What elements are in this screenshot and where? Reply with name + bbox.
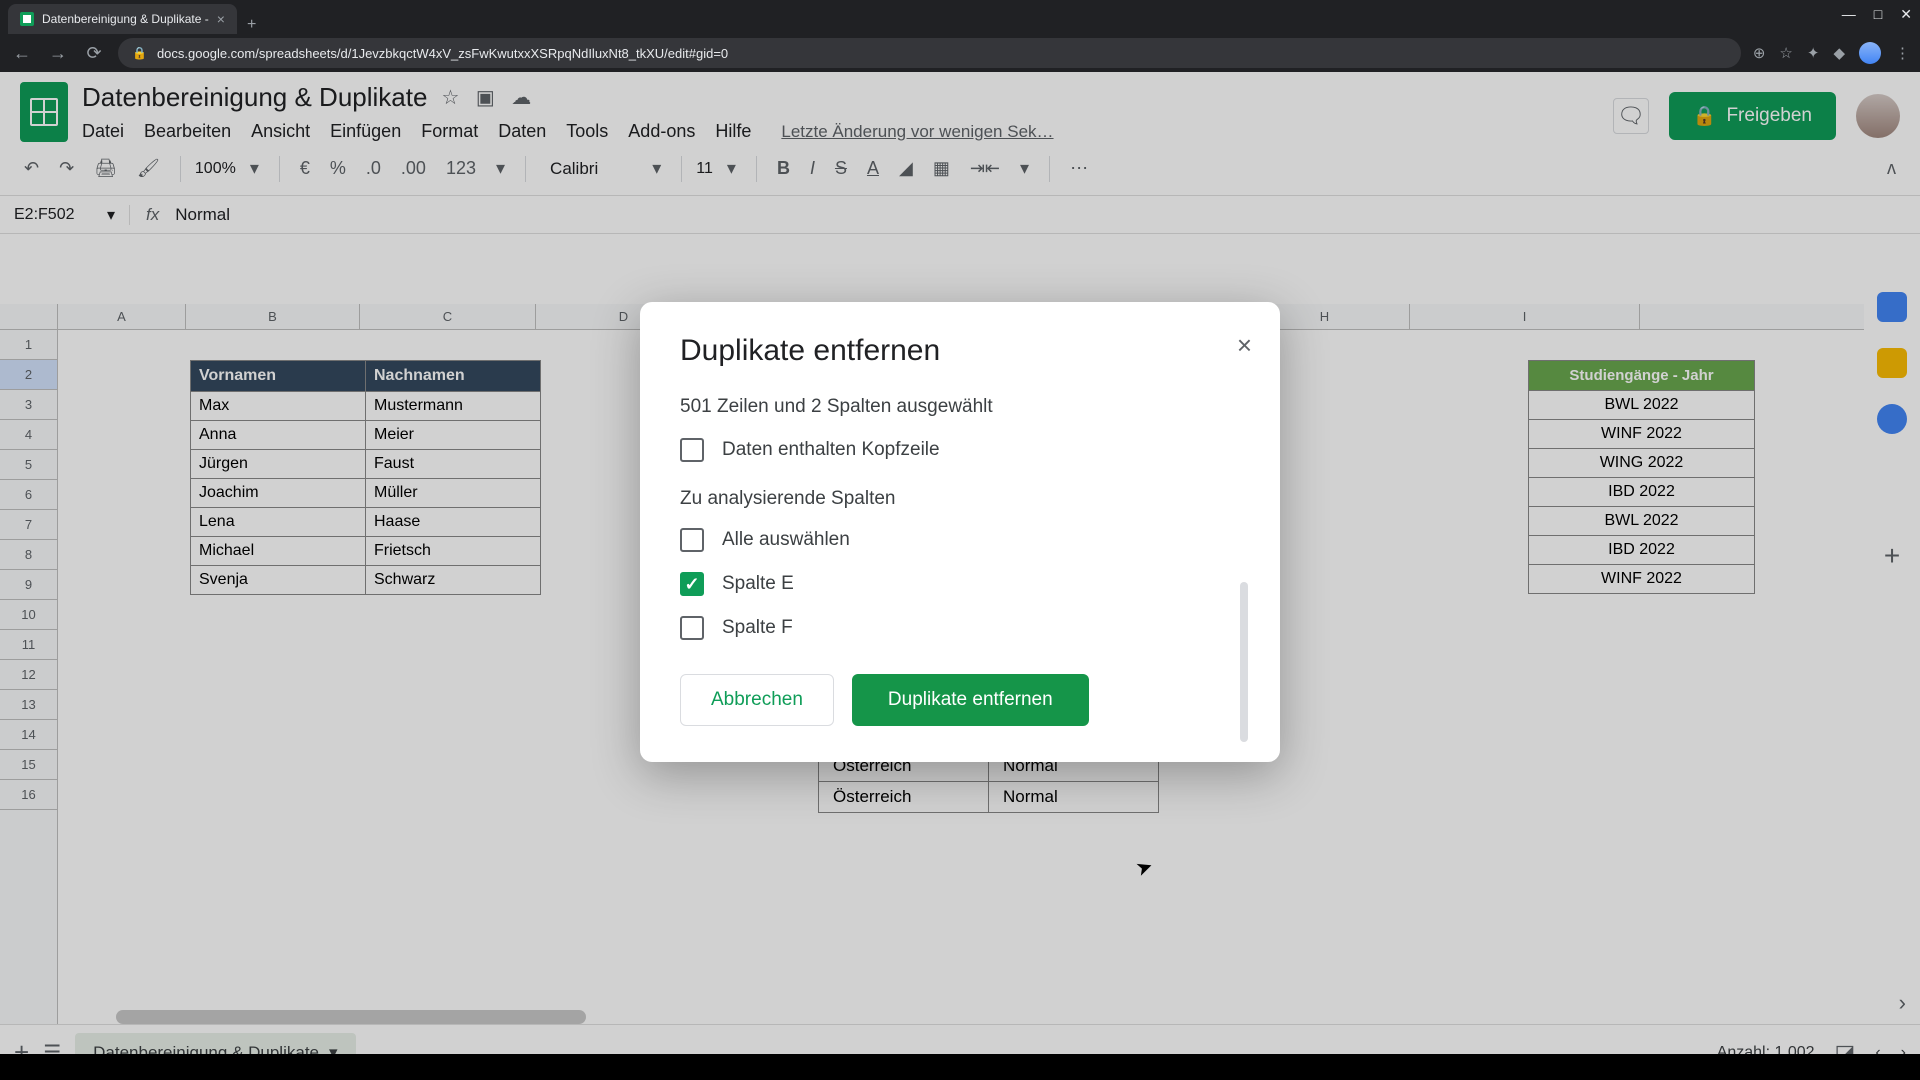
dialog-scrollbar[interactable] <box>1240 582 1248 742</box>
cancel-button[interactable]: Abbrechen <box>680 674 834 726</box>
checkbox-checked-icon: ✓ <box>680 572 704 596</box>
sheets-favicon <box>20 12 34 26</box>
remove-duplicates-button[interactable]: Duplikate entfernen <box>852 674 1089 726</box>
new-tab-button[interactable]: + <box>237 16 266 34</box>
minimize-icon[interactable]: — <box>1842 6 1856 23</box>
close-dialog-icon[interactable]: × <box>1237 330 1252 361</box>
header-row-checkbox[interactable]: Daten enthalten Kopfzeile <box>680 438 1240 462</box>
zoom-icon[interactable]: ⊕ <box>1753 44 1766 62</box>
back-icon[interactable]: ← <box>10 43 34 64</box>
reload-icon[interactable]: ⟳ <box>82 43 106 64</box>
extension-icon[interactable]: ◆ <box>1833 44 1845 62</box>
checkbox-icon <box>680 438 704 462</box>
checkbox-icon <box>680 616 704 640</box>
remove-duplicates-dialog: Duplikate entfernen × 501 Zeilen und 2 S… <box>640 302 1280 762</box>
select-all-checkbox[interactable]: Alle auswählen <box>680 528 1240 552</box>
lock-icon: 🔒 <box>132 46 147 60</box>
address-bar[interactable]: 🔒 docs.google.com/spreadsheets/d/1Jevzbk… <box>118 38 1741 68</box>
selection-info: 501 Zeilen und 2 Spalten ausgewählt <box>680 396 1240 418</box>
profile-avatar[interactable] <box>1859 42 1881 64</box>
extensions-icon[interactable]: ✦ <box>1807 44 1820 62</box>
browser-menu-icon[interactable]: ⋮ <box>1895 44 1910 62</box>
maximize-icon[interactable]: □ <box>1874 6 1882 23</box>
column-f-checkbox[interactable]: Spalte F <box>680 616 1240 640</box>
close-window-icon[interactable]: ✕ <box>1900 6 1912 23</box>
close-tab-icon[interactable]: × <box>217 11 225 27</box>
columns-section-title: Zu analysierende Spalten <box>680 488 1240 510</box>
column-e-checkbox[interactable]: ✓ Spalte E <box>680 572 1240 596</box>
dialog-title: Duplikate entfernen <box>680 334 1240 368</box>
checkbox-icon <box>680 528 704 552</box>
browser-tab[interactable]: Datenbereinigung & Duplikate - × <box>8 4 237 34</box>
browser-chrome: Datenbereinigung & Duplikate - × + — □ ✕… <box>0 0 1920 72</box>
star-icon[interactable]: ☆ <box>1779 44 1792 62</box>
url-text: docs.google.com/spreadsheets/d/1Jevzbkqc… <box>157 46 728 61</box>
forward-icon[interactable]: → <box>46 43 70 64</box>
tab-title: Datenbereinigung & Duplikate - <box>42 12 209 26</box>
